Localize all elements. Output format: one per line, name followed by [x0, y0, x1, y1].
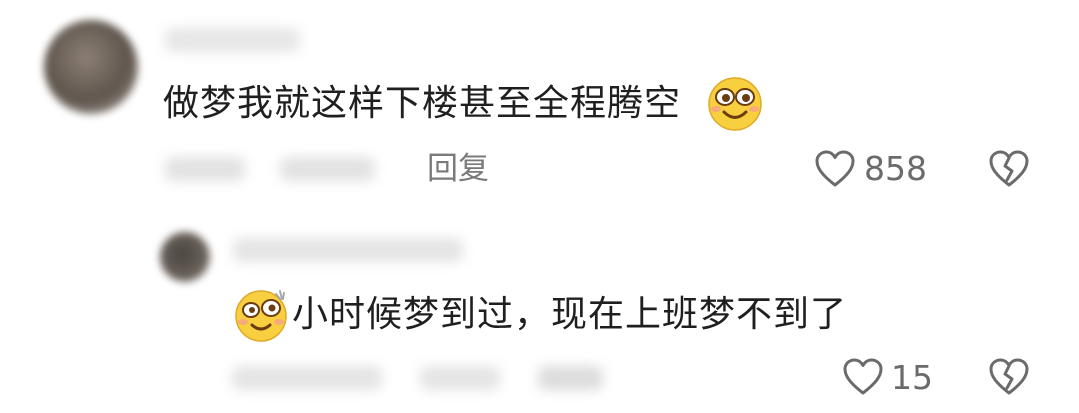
like-count: 858 [864, 149, 927, 188]
dazed-face-emoji-icon [232, 287, 290, 343]
time-blurred [165, 157, 245, 181]
broken-heart-icon[interactable] [988, 150, 1030, 188]
heart-icon[interactable] [842, 358, 884, 396]
location-blurred [280, 157, 375, 181]
reply-button-blurred[interactable] [538, 366, 603, 390]
reply-button[interactable]: 回复 [427, 154, 489, 185]
reply-location-blurred [420, 366, 500, 390]
username-blurred[interactable] [165, 28, 300, 52]
smiling-face-emoji-icon [706, 76, 764, 132]
reply-avatar[interactable] [160, 232, 210, 282]
comment-text: 做梦我就这样下楼甚至全程腾空 [163, 83, 682, 124]
avatar[interactable] [44, 20, 138, 114]
reply-time-blurred [232, 366, 382, 390]
reply-username-blurred[interactable] [233, 238, 463, 262]
broken-heart-icon[interactable] [988, 358, 1030, 396]
reply-like-count: 15 [891, 358, 933, 397]
heart-icon[interactable] [814, 150, 856, 188]
reply-text: 小时候梦到过，现在上班梦不到了 [292, 294, 848, 335]
